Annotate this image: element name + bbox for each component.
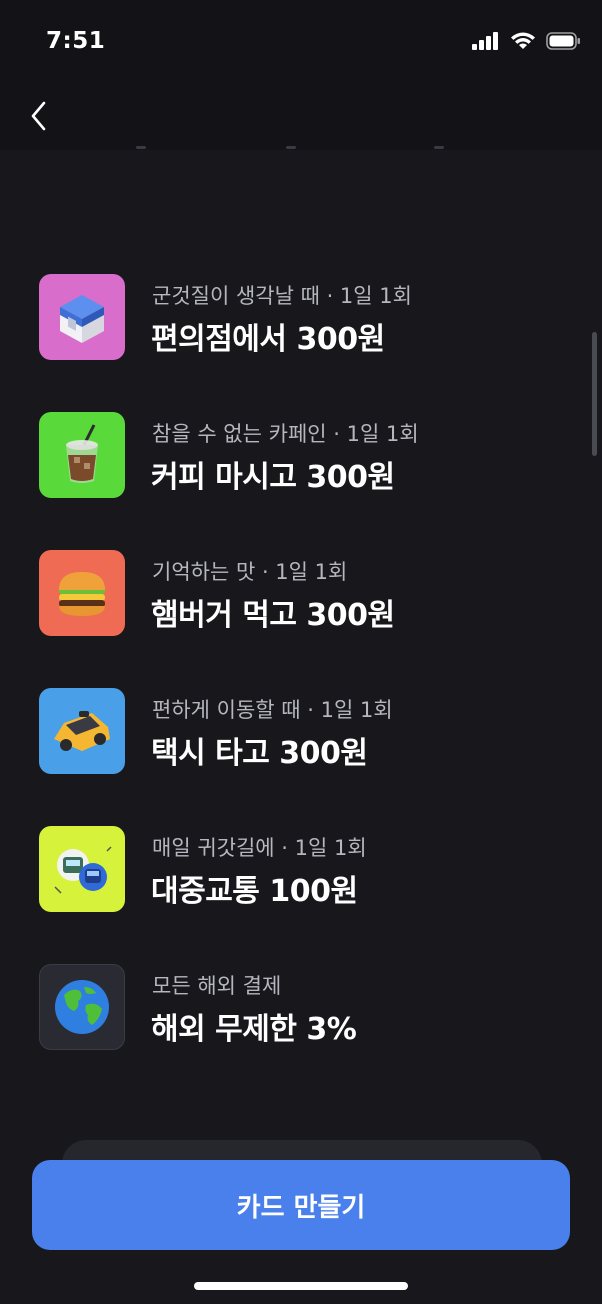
home-indicator[interactable] [194,1282,408,1290]
wifi-icon [511,32,535,49]
globe-icon [39,964,125,1050]
iced-coffee-icon [39,412,125,498]
benefit-title: 햄버거 먹고 300원 [151,598,395,633]
benefit-subtitle: 모든 해외 결제 [152,974,282,998]
chevron-left-icon [31,101,46,131]
benefit-subtitle: 매일 귀갓길에 · 1일 1회 [152,836,367,860]
convenience-store-icon [39,274,125,360]
battery-icon [546,32,580,50]
benefit-item-overseas[interactable]: 모든 해외 결제 해외 무제한 3% [0,962,602,1100]
status-time: 7:51 [46,28,106,54]
back-button[interactable] [22,96,56,136]
benefit-subtitle: 참을 수 없는 카페인 · 1일 1회 [152,422,419,446]
benefit-item-public-transport[interactable]: 매일 귀갓길에 · 1일 1회 대중교통 100원 [0,824,602,962]
status-icons [472,32,582,50]
public-transport-icon [39,826,125,912]
benefit-subtitle: 편하게 이동할 때 · 1일 1회 [152,698,393,722]
hamburger-icon [39,550,125,636]
scrollbar[interactable] [592,332,597,456]
nav-header [0,90,602,150]
benefit-item-taxi[interactable]: 편하게 이동할 때 · 1일 1회 택시 타고 300원 [0,686,602,824]
taxi-icon [39,688,125,774]
benefit-title: 해외 무제한 3% [151,1012,357,1047]
benefit-item-coffee[interactable]: 참을 수 없는 카페인 · 1일 1회 커피 마시고 300원 [0,410,602,548]
benefit-title: 커피 마시고 300원 [151,460,395,495]
benefit-item-convenience-store[interactable]: 군것질이 생각날 때 · 1일 1회 편의점에서 300원 [0,272,602,410]
benefit-title: 대중교통 100원 [151,874,358,909]
benefit-subtitle: 기억하는 맛 · 1일 1회 [152,560,348,584]
create-card-button[interactable]: 카드 만들기 [32,1160,570,1250]
status-bar: 7:51 [0,0,602,90]
signal-icon [472,32,498,50]
header-divider [0,146,602,152]
benefit-title: 편의점에서 300원 [151,322,385,357]
benefit-list: 군것질이 생각날 때 · 1일 1회 편의점에서 300원 참을 수 없는 카페… [0,272,602,1100]
benefit-title: 택시 타고 300원 [151,736,368,771]
benefit-subtitle: 군것질이 생각날 때 · 1일 1회 [152,284,412,308]
benefit-item-hamburger[interactable]: 기억하는 맛 · 1일 1회 햄버거 먹고 300원 [0,548,602,686]
